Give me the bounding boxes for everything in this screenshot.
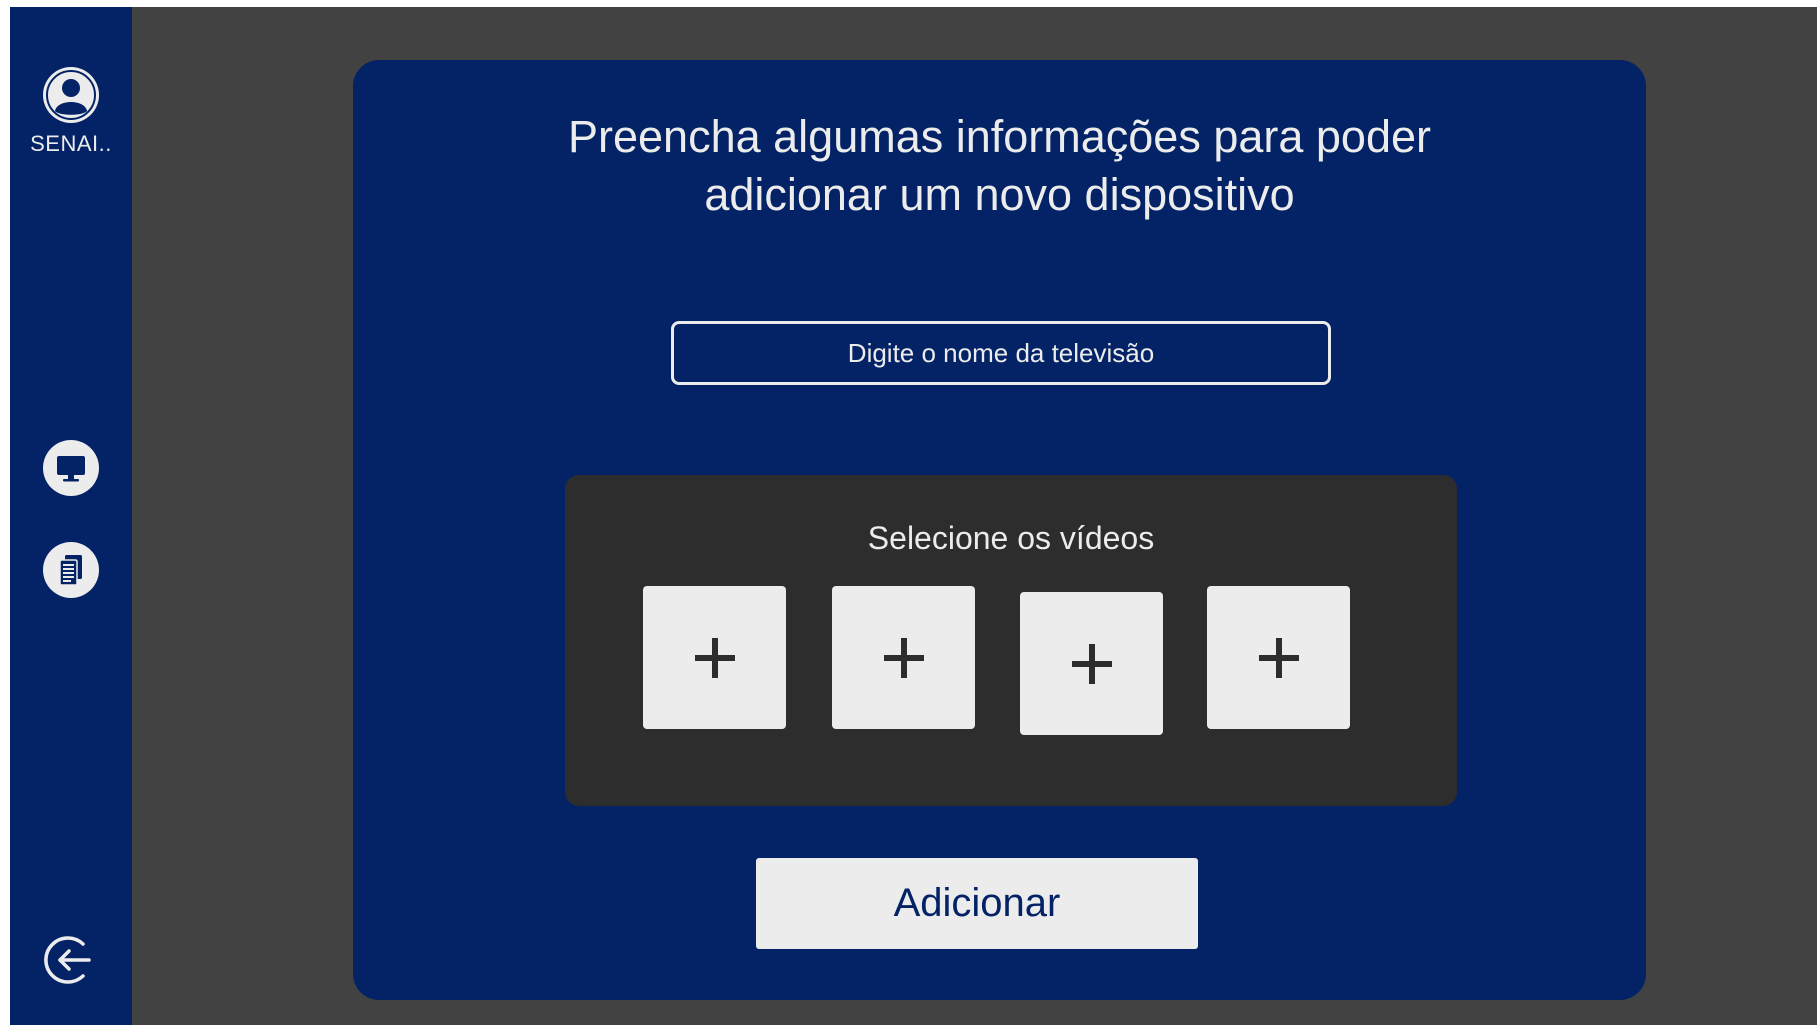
user-profile: SENAI.. xyxy=(10,67,132,157)
plus-icon xyxy=(1071,643,1112,684)
username-label: SENAI.. xyxy=(30,131,112,156)
video-selection-title: Selecione os vídeos xyxy=(867,520,1155,556)
add-video-slot-1[interactable] xyxy=(643,586,786,729)
logout-arrow-icon[interactable] xyxy=(43,932,99,988)
user-avatar-icon xyxy=(43,67,99,123)
title-line-1: Preencha algumas informações para poder xyxy=(568,111,1431,162)
video-selection-panel: Selecione os vídeos xyxy=(565,475,1457,806)
plus-icon xyxy=(1258,637,1299,678)
plus-icon xyxy=(883,637,924,678)
document-list-icon[interactable] xyxy=(43,542,99,598)
add-device-card: Preencha algumas informações para poder … xyxy=(353,60,1646,1000)
page-title: Preencha algumas informações para poder … xyxy=(353,108,1646,224)
title-line-2: adicionar um novo dispositivo xyxy=(704,169,1295,220)
add-video-slot-3[interactable] xyxy=(1020,592,1163,735)
add-device-button[interactable]: Adicionar xyxy=(756,858,1198,949)
add-video-slot-2[interactable] xyxy=(832,586,975,729)
app-frame: SENAI.. Preencha algumas informações par… xyxy=(10,7,1817,1025)
add-video-slot-4[interactable] xyxy=(1207,586,1350,729)
plus-icon xyxy=(694,637,735,678)
monitor-icon[interactable] xyxy=(43,440,99,496)
sidebar: SENAI.. xyxy=(10,7,132,1025)
tv-name-input[interactable] xyxy=(671,321,1331,385)
